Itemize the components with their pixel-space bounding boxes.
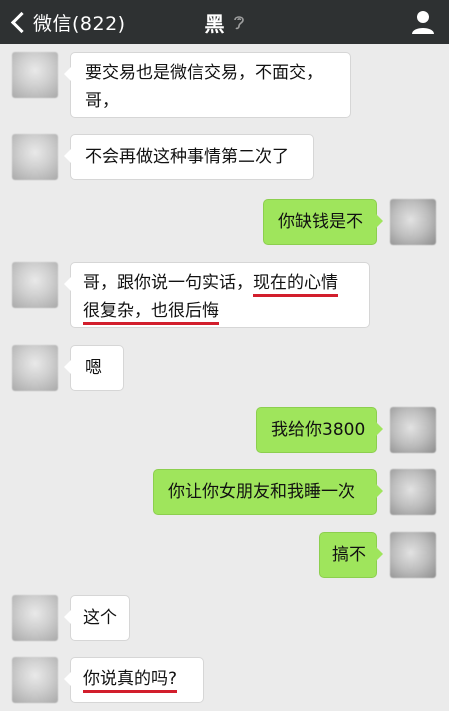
message-bubble[interactable]: 要交易也是微信交易，不面交， 哥，: [64, 52, 351, 118]
message-line: 嗯: [85, 358, 102, 378]
contact-avatar[interactable]: [12, 134, 58, 180]
message-bubble[interactable]: 你缺钱是不: [263, 199, 383, 245]
message-line: 哥，: [85, 91, 119, 111]
back-label: 微信(822): [33, 12, 126, 35]
message-line: 要交易也是微信交易，不面交，: [85, 63, 323, 83]
contact-avatar[interactable]: [12, 595, 58, 641]
contact-avatar[interactable]: [12, 262, 58, 308]
message-line: 不会再做这种事情第二次了: [85, 147, 289, 167]
message-bubble[interactable]: 搞不: [319, 532, 383, 578]
message-line: 我给你3800: [271, 420, 366, 440]
message-line: 很复杂，也很后悔: [83, 297, 357, 325]
chat-title: 黑: [204, 11, 225, 36]
message-bubble[interactable]: 嗯: [64, 345, 124, 391]
my-avatar[interactable]: [390, 469, 436, 515]
ear-icon: [233, 16, 244, 30]
message-line: 你缺钱是不: [278, 212, 363, 232]
message-bubble[interactable]: 你让你女朋友和我睡一次: [153, 469, 383, 515]
my-avatar[interactable]: [390, 199, 436, 245]
my-avatar[interactable]: [390, 532, 436, 578]
person-icon[interactable]: [409, 8, 437, 36]
underlined-text: 你说真的吗?: [83, 669, 178, 693]
message-bubble[interactable]: 我给你3800: [256, 407, 383, 453]
underlined-text: 现在的心情: [253, 273, 338, 297]
message-bubble[interactable]: 不会再做这种事情第二次了: [64, 134, 314, 180]
message-line: 你说真的吗?: [83, 665, 191, 693]
navigation-bar: 微信(822) 黑: [0, 0, 449, 44]
message-line: 这个: [83, 608, 117, 628]
contact-avatar[interactable]: [12, 52, 58, 98]
message-bubble[interactable]: 你说真的吗?: [64, 657, 204, 703]
message-line: 哥，跟你说一句实话，现在的心情: [83, 269, 357, 297]
underlined-text: 很复杂，也很后悔: [83, 301, 219, 325]
chevron-left-icon: [10, 11, 33, 33]
back-button[interactable]: 微信(822): [8, 7, 126, 37]
message-bubble[interactable]: 这个: [64, 595, 130, 641]
text-segment: 哥，跟你说一句实话，: [83, 273, 253, 293]
message-line: 搞不: [332, 545, 366, 565]
contact-avatar[interactable]: [12, 345, 58, 391]
my-avatar[interactable]: [390, 407, 436, 453]
contact-avatar[interactable]: [12, 657, 58, 703]
message-line: 你让你女朋友和我睡一次: [168, 482, 355, 502]
message-bubble[interactable]: 哥，跟你说一句实话，现在的心情 很复杂，也很后悔: [64, 262, 370, 328]
